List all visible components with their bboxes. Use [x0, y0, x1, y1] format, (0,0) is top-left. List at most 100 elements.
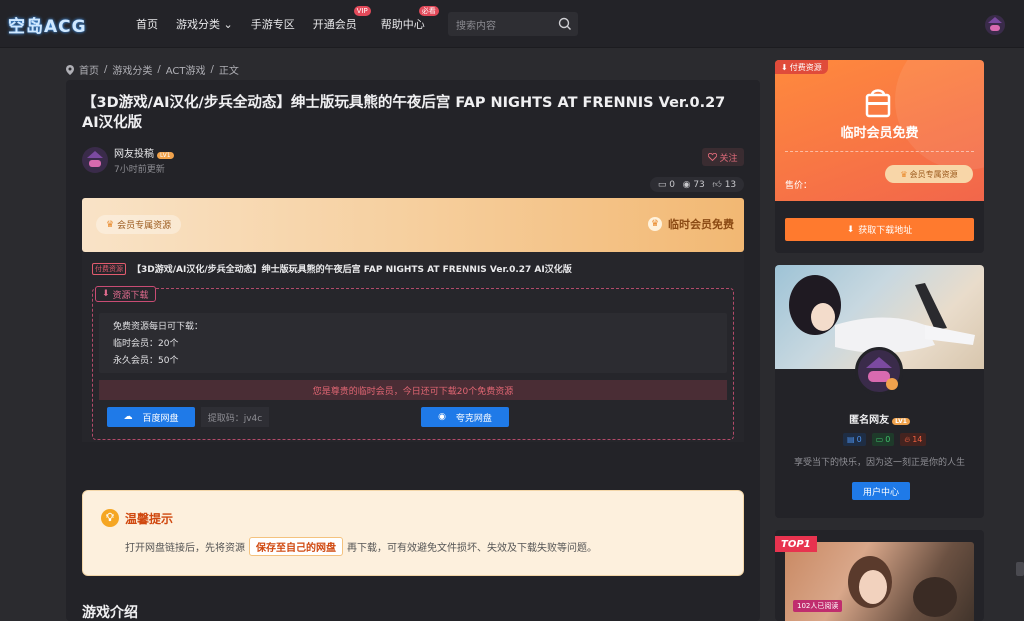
warm-tip-box: 💡︎ 温馨提示 打开网盘链接后，先将资源 保存至自己的网盘 再下载，可有效避免文…: [82, 490, 744, 576]
crown-icon: ♛: [900, 169, 908, 179]
comment-count: ▭ 0: [658, 180, 675, 190]
download-quota-info: 免费资源每日可下载： 临时会员：20个 永久会员：50个: [99, 313, 727, 373]
vip-banner: ♛ 会员专属资源 ♛ 临时会员免费: [82, 198, 744, 252]
top-post-thumbnail[interactable]: 102人已阅读: [785, 542, 974, 621]
extract-code[interactable]: 提取码：jv4c: [201, 407, 269, 427]
baidu-icon: ☁: [123, 412, 133, 422]
view-count-value: 73: [693, 179, 705, 190]
get-download-link-label: 获取下载地址: [858, 226, 913, 236]
breadcrumb-sep: /: [104, 64, 108, 75]
fire-count: 14: [912, 435, 923, 444]
sidebar-paid-card: ⬇ 付费资源 临时会员免费 售价： ♛ 会员专属资源 ⬇ 获取下载地址: [775, 60, 984, 253]
breadcrumb-home[interactable]: 首页: [79, 62, 99, 77]
author-avatar[interactable]: [82, 147, 108, 173]
follow-button[interactable]: 关注: [702, 148, 744, 166]
author-name[interactable]: 网友投稿: [114, 149, 154, 160]
breadcrumb-act[interactable]: ACT游戏: [166, 62, 206, 77]
nav-home[interactable]: 首页: [136, 16, 158, 32]
user-center-button[interactable]: 用户中心: [852, 482, 910, 500]
main-nav: 首页 游戏分类 ⌄ 手游专区 开通会员 VIP 帮助中心 必看: [136, 0, 443, 48]
paid-resource-tag: 付费资源: [92, 262, 126, 275]
vip-free-label: ♛ 临时会员免费: [648, 216, 734, 232]
member-exclusive-tag: ♛ 会员专属资源: [885, 165, 973, 183]
must-see-badge: 必看: [418, 6, 439, 16]
nav-vip-label: 开通会员: [312, 18, 357, 31]
heart-icon: [708, 153, 718, 161]
quark-icon: ◉: [438, 412, 446, 422]
quark-netdisk-button[interactable]: ◉ 夸克网盘: [421, 407, 509, 427]
shopping-bag-icon: [865, 89, 891, 118]
posts-stat: ▤ 0: [843, 433, 866, 446]
vip-badge: VIP: [353, 6, 371, 16]
search-input[interactable]: 搜索内容: [456, 17, 496, 32]
view-count: ◉ 73: [683, 180, 705, 190]
scrollbar-thumb[interactable]: [1016, 562, 1024, 576]
resource-title-line: 付费资源 【3D游戏/AI汉化/步兵全动态】绅士版玩具熊的午夜后宫 FAP NI…: [92, 262, 572, 275]
profile-avatar[interactable]: [855, 347, 903, 395]
paid-card-header: ⬇ 付费资源 临时会员免费 售价： ♛ 会员专属资源: [775, 60, 984, 201]
vip-exclusive-label: 会员专属资源: [117, 221, 172, 231]
logo-text: 空岛ACG: [8, 16, 87, 37]
breadcrumb-sep: /: [210, 64, 214, 75]
site-logo[interactable]: 空岛ACG: [8, 10, 87, 38]
document-icon: ▤: [847, 435, 855, 444]
sidebar-free-title: 临时会员免费: [840, 126, 919, 141]
resource-name: 【3D游戏/AI汉化/步兵全动态】绅士版玩具熊的午夜后宫 FAP NIGHTS …: [132, 265, 572, 275]
comment-icon: ▭: [657, 179, 667, 190]
tip-title: 💡︎ 温馨提示: [101, 509, 173, 527]
nav-mobile-games[interactable]: 手游专区: [251, 16, 295, 32]
nav-help-label: 帮助中心: [380, 18, 425, 31]
quark-label: 夸克网盘: [455, 413, 492, 424]
game-intro-heading: 游戏介绍: [82, 605, 138, 621]
get-download-link-button[interactable]: ⬇ 获取下载地址: [785, 218, 974, 241]
tip-highlight: 保存至自己的网盘: [249, 537, 343, 556]
nav-game-category-label: 游戏分类 ⌄: [176, 18, 233, 31]
nav-vip[interactable]: 开通会员 VIP: [312, 6, 371, 32]
baidu-netdisk-button[interactable]: ☁ 百度网盘: [107, 407, 195, 427]
tip-text-after: 再下载，可有效避免文件损坏、失效及下载失败等问题。: [347, 543, 597, 554]
breadcrumb-sep: /: [157, 64, 161, 75]
profile-name-line: 匿名网友 LV1: [775, 411, 984, 426]
crown-icon: ♛: [106, 219, 115, 230]
sidebar-top-list: 102人已阅读 TOP1: [775, 530, 984, 621]
download-icon: ⬇: [846, 224, 855, 235]
divider: [785, 151, 974, 152]
breadcrumb-category[interactable]: 游戏分类: [112, 62, 152, 77]
nav-game-category[interactable]: 游戏分类 ⌄: [176, 16, 233, 32]
profile-level-badge: LV1: [892, 418, 910, 425]
comments-count: 0: [885, 435, 891, 444]
breadcrumb-current: 正文: [218, 66, 239, 77]
search-box[interactable]: 搜索内容: [448, 12, 578, 36]
post-title: 【3D游戏/AI汉化/步兵全动态】绅士版玩具熊的午夜后宫 FAP NIGHTS …: [82, 95, 726, 131]
sidebar-paid-tag: ⬇ 付费资源: [775, 60, 828, 74]
nav-home-label: 首页: [136, 18, 158, 31]
nav-help[interactable]: 帮助中心 必看: [380, 6, 439, 32]
post-stats: ▭ 0 ◉ 73 👍︎ 13: [650, 177, 744, 192]
sidebar-paid-label: 付费资源: [789, 62, 822, 72]
download-icon: ⬇: [102, 289, 110, 299]
quota-line: 永久会员：50个: [113, 356, 179, 366]
price-label: 售价：: [785, 181, 813, 191]
read-count-tag: 102人已阅读: [793, 600, 843, 612]
download-frame: ⬇ 资源下载 免费资源每日可下载： 临时会员：20个 永久会员：50个 您是尊贵…: [92, 286, 734, 440]
thumbs-up-icon: 👍︎: [712, 179, 722, 190]
fire-stat: 🔥︎ 14: [900, 433, 927, 446]
quota-line: 临时会员：20个: [113, 339, 179, 349]
profile-name[interactable]: 匿名网友: [849, 415, 889, 426]
vip-exclusive-tag: ♛ 会员专属资源: [96, 215, 182, 234]
tip-text: 打开网盘链接后，先将资源 保存至自己的网盘 再下载，可有效避免文件损坏、失效及下…: [125, 537, 597, 556]
like-count-value: 13: [724, 179, 737, 190]
top-rank-badge: TOP1: [775, 536, 817, 552]
profile-stats: ▤ 0 ▭ 0 🔥︎ 14: [843, 433, 927, 446]
profile-bio: 享受当下的快乐，因为这一刻正是你的人生: [793, 458, 965, 468]
like-count[interactable]: 👍︎ 13: [712, 180, 736, 190]
sidebar-profile-card: 匿名网友 LV1 ▤ 0 ▭ 0 🔥︎ 14 享受当下的快乐，因为这一刻正是你的人生 用…: [775, 265, 984, 518]
search-icon[interactable]: [558, 17, 572, 31]
user-avatar-icon[interactable]: [984, 14, 1006, 36]
tip-title-text: 温馨提示: [125, 511, 174, 526]
vip-free-text: 临时会员免费: [668, 218, 734, 231]
member-exclusive-label: 会员专属资源: [909, 169, 958, 179]
download-tag-label: 资源下载: [112, 290, 149, 301]
comment-icon: ▭: [875, 435, 884, 444]
baidu-label: 百度网盘: [142, 413, 179, 424]
